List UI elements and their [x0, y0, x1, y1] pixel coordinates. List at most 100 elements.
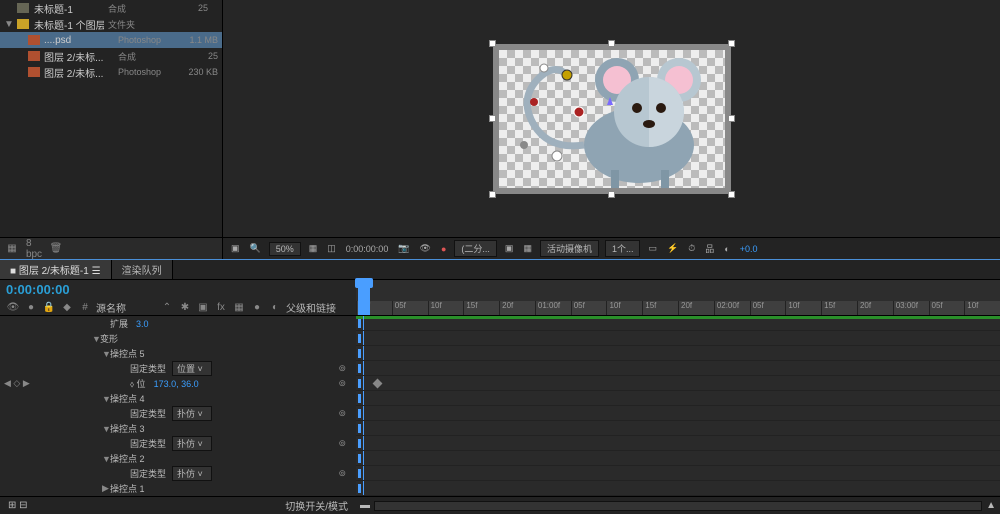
bpc-label[interactable]: 8 bpc — [26, 241, 42, 257]
track-in-marker[interactable] — [358, 424, 361, 433]
fast-preview-icon[interactable]: ⚡ — [665, 243, 680, 254]
track-in-marker[interactable] — [358, 454, 361, 463]
project-item[interactable]: 未标题-1合成25 — [0, 0, 222, 16]
track-row[interactable] — [356, 361, 1000, 376]
solo-column-icon[interactable]: ● — [24, 300, 38, 314]
project-item[interactable]: 图层 2/未标...合成25 — [0, 48, 222, 64]
trash-icon[interactable]: 🗑 — [48, 241, 64, 257]
twisty-icon[interactable]: ▼ — [102, 349, 110, 359]
track-in-marker[interactable] — [358, 439, 361, 448]
playhead[interactable] — [358, 280, 370, 315]
handle-tl[interactable] — [489, 40, 496, 47]
track-row[interactable] — [356, 376, 1000, 391]
magnify-icon[interactable]: 🔍 — [248, 243, 263, 254]
property-row[interactable]: ◀ ◇ ▶⬨ 位173.0, 36.0⊚ — [0, 376, 356, 391]
track-row[interactable] — [356, 436, 1000, 451]
timeline-tab[interactable]: 渲染队列 — [112, 260, 173, 279]
handle-tc[interactable] — [608, 40, 615, 47]
property-value[interactable]: 3.0 — [136, 319, 149, 329]
show-snapshot-icon[interactable]: 👁 — [418, 243, 433, 254]
property-dropdown[interactable]: 位置 ˅ — [172, 361, 212, 376]
track-in-marker[interactable] — [358, 484, 361, 493]
property-row[interactable]: 固定类型扑仿 ˅⊚ — [0, 406, 356, 421]
twisty-icon[interactable]: ▼ — [92, 334, 100, 344]
track-row[interactable] — [356, 481, 1000, 496]
keyframe-diamond[interactable] — [373, 379, 383, 389]
pickwhip-icon[interactable]: ⊚ — [338, 408, 346, 419]
track-row[interactable] — [356, 406, 1000, 421]
canvas-area[interactable] — [223, 0, 1000, 237]
snapshot-icon[interactable]: 📷 — [396, 243, 411, 254]
handle-bl[interactable] — [489, 191, 496, 198]
property-dropdown[interactable]: 扑仿 ˅ — [172, 406, 212, 421]
zoom-select[interactable]: 50% — [269, 242, 301, 256]
property-row[interactable]: ▼操控点 3 — [0, 421, 356, 436]
handle-tr[interactable] — [728, 40, 735, 47]
track-in-marker[interactable] — [358, 349, 361, 358]
eye-column-icon[interactable]: 👁 — [6, 300, 20, 314]
track-row[interactable] — [356, 316, 1000, 331]
zoom-out-icon[interactable]: ▬ — [360, 500, 370, 511]
track-row[interactable] — [356, 421, 1000, 436]
resolution-select[interactable]: (二分... — [454, 240, 497, 257]
timeline-icon[interactable]: ⏱ — [686, 243, 697, 254]
twisty-icon[interactable]: ▼ — [102, 424, 110, 434]
pickwhip-icon[interactable]: ⊚ — [338, 363, 346, 374]
track-in-marker[interactable] — [358, 334, 361, 343]
source-name-header[interactable]: 源名称 — [96, 300, 156, 315]
views-select[interactable]: 1个... — [605, 240, 641, 257]
current-time[interactable]: 0:00:00:00 — [0, 280, 356, 299]
label-column-icon[interactable]: ◆ — [60, 300, 74, 314]
zoom-in-icon[interactable]: ▲ — [986, 500, 996, 511]
track-in-marker[interactable] — [358, 469, 361, 478]
track-in-marker[interactable] — [358, 379, 361, 388]
exposure-value[interactable]: +0.0 — [738, 244, 760, 254]
parent-header[interactable]: 父级和链接 — [286, 300, 346, 315]
handle-mr[interactable] — [728, 115, 735, 122]
twisty-icon[interactable]: ▼ — [102, 394, 110, 404]
project-item[interactable]: ▼未标题-1 个图层文件夹 — [0, 16, 222, 32]
twisty-icon[interactable]: ▶ — [102, 483, 110, 494]
track-row[interactable] — [356, 346, 1000, 361]
property-dropdown[interactable]: 扑仿 ˅ — [172, 436, 212, 451]
mask-icon[interactable]: ◫ — [325, 243, 338, 254]
time-ruler[interactable]: 00f05f10f15f20f01:00f05f10f15f20f02:00f0… — [356, 280, 1000, 315]
track-row[interactable] — [356, 331, 1000, 346]
property-row[interactable]: ▼操控点 2 — [0, 451, 356, 466]
camera-select[interactable]: 活动摄像机 — [540, 240, 599, 257]
channel-icon[interactable]: ● — [439, 244, 448, 254]
property-row[interactable]: ▼操控点 5 — [0, 346, 356, 361]
handle-ml[interactable] — [489, 115, 496, 122]
interpret-footage-icon[interactable]: ▦ — [4, 241, 20, 257]
time-display[interactable]: 0:00:00:00 — [344, 244, 391, 254]
twisty-icon[interactable]: ▼ — [4, 19, 12, 30]
property-row[interactable]: ▼变形 — [0, 331, 356, 346]
flowchart-icon[interactable]: 品 — [703, 242, 716, 255]
always-preview-icon[interactable]: ▣ — [229, 243, 242, 254]
project-item[interactable]: ....psdPhotoshop1.1 MB — [0, 32, 222, 48]
twisty-icon[interactable]: ▼ — [102, 454, 110, 464]
property-value[interactable]: 173.0, 36.0 — [154, 379, 199, 389]
lock-column-icon[interactable]: 🔒 — [42, 300, 56, 314]
shy-icon[interactable]: ⌃ — [160, 300, 174, 314]
property-row[interactable]: ▶操控点 1 — [0, 481, 356, 496]
timeline-tracks[interactable] — [356, 316, 1000, 496]
track-in-marker[interactable] — [358, 394, 361, 403]
toggle-switches-label[interactable]: 切换开关/模式 — [285, 498, 348, 513]
reset-exposure-icon[interactable]: ◐ — [722, 244, 731, 254]
track-row[interactable] — [356, 451, 1000, 466]
pixel-aspect-icon[interactable]: ▭ — [646, 243, 659, 254]
project-item[interactable]: 图层 2/未标...Photoshop230 KB — [0, 64, 222, 80]
transparency-icon[interactable]: ▦ — [521, 243, 534, 254]
property-row[interactable]: 固定类型位置 ˅⊚ — [0, 361, 356, 376]
property-row[interactable]: 扩展3.0 — [0, 316, 356, 331]
property-row[interactable]: 固定类型扑仿 ˅⊚ — [0, 466, 356, 481]
property-row[interactable]: ▼操控点 4 — [0, 391, 356, 406]
pickwhip-icon[interactable]: ⊚ — [338, 468, 346, 479]
track-in-marker[interactable] — [358, 364, 361, 373]
roi-icon[interactable]: ▣ — [503, 243, 516, 254]
track-in-marker[interactable] — [358, 319, 361, 328]
comp-frame[interactable] — [493, 44, 731, 194]
handle-br[interactable] — [728, 191, 735, 198]
pickwhip-icon[interactable]: ⊚ — [338, 438, 346, 449]
